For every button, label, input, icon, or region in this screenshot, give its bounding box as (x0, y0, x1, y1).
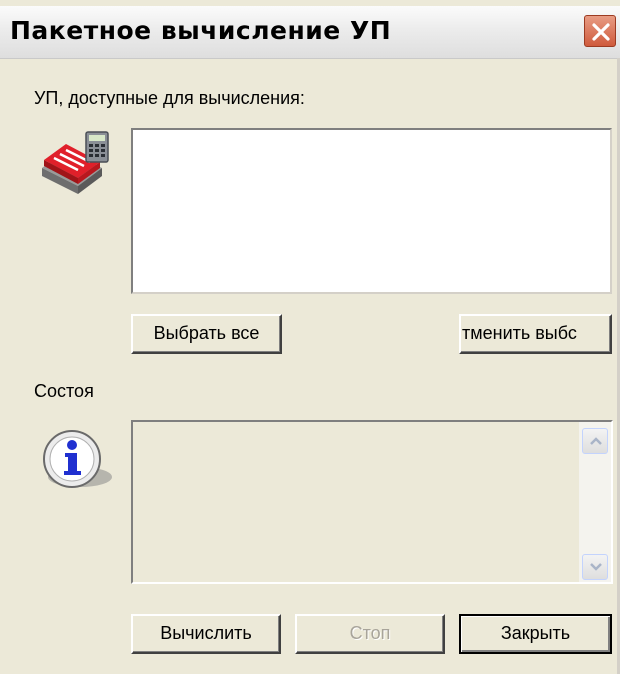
calculator-stack-icon (42, 131, 109, 194)
window-title: Пакетное вычисление УП (10, 16, 392, 45)
status-scrollbar[interactable] (579, 422, 611, 582)
programs-label: УП, доступные для вычисления: (34, 88, 305, 108)
close-icon (592, 23, 610, 41)
programs-listbox[interactable] (131, 128, 612, 294)
scroll-up-button[interactable] (582, 428, 608, 454)
close-button[interactable]: Закрыть (459, 614, 612, 654)
chevron-up-icon (590, 437, 602, 445)
dialog-window: Пакетное вычисление УП УП, доступные для… (0, 0, 620, 674)
compute-button[interactable]: Вычислить (131, 614, 281, 654)
deselect-button[interactable]: тменить выбс (459, 314, 612, 354)
info-icon (43, 430, 112, 488)
status-log[interactable] (131, 420, 613, 584)
select-all-button[interactable]: Выбрать все (131, 314, 282, 354)
chevron-down-icon (590, 563, 602, 571)
close-window-button[interactable] (584, 15, 616, 47)
scroll-down-button[interactable] (582, 554, 608, 580)
status-label: Состоя (34, 381, 94, 401)
stop-button[interactable]: Стоп (295, 614, 445, 654)
title-bar[interactable]: Пакетное вычисление УП (0, 6, 620, 59)
